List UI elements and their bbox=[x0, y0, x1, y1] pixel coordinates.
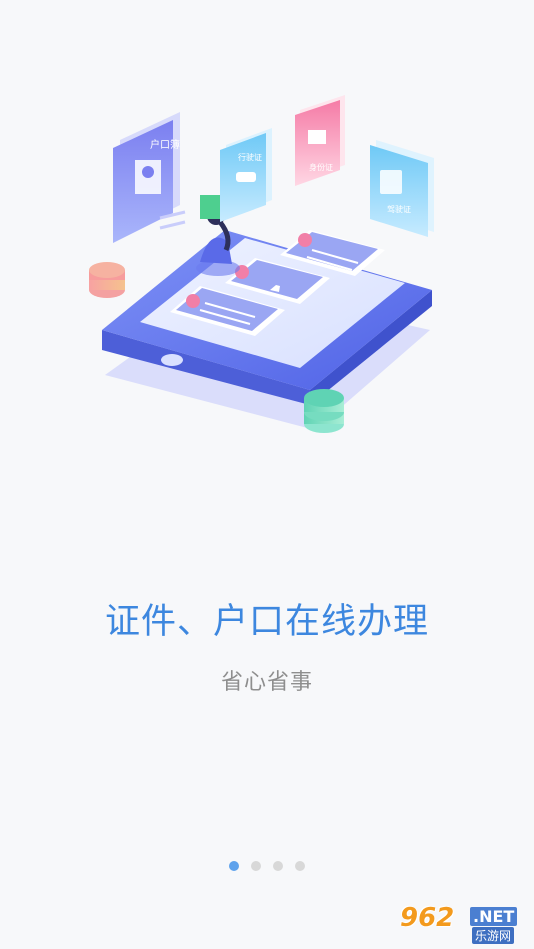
page-title: 证件、户口在线办理 bbox=[104, 602, 429, 642]
doc-label-jiashi: 驾驶证 bbox=[387, 204, 411, 214]
page-dot-4[interactable] bbox=[295, 861, 305, 871]
id-card-doc: 身份证 bbox=[295, 95, 345, 186]
household-register-doc: 户口簿 bbox=[113, 112, 180, 243]
page-dot-3[interactable] bbox=[273, 861, 283, 871]
hero-illustration: 户口簿 行驶证 身份证 驾驶证 bbox=[89, 95, 434, 433]
car-icon bbox=[236, 172, 256, 182]
person-icon bbox=[142, 166, 154, 178]
watermark-suffix: .NET bbox=[470, 907, 518, 926]
page-dot-2[interactable] bbox=[251, 861, 261, 871]
pink-coin-stack bbox=[89, 262, 125, 298]
tablet-icon bbox=[200, 195, 222, 219]
driver-license-doc: 驾驶证 bbox=[370, 140, 434, 237]
watermark-number: 962 bbox=[400, 903, 455, 933]
page-indicator bbox=[0, 861, 534, 871]
onboarding-screen[interactable]: 户口簿 行驶证 身份证 驾驶证 证件、户口在线办理 省心省事 962 .NET … bbox=[0, 0, 534, 949]
doc-label-shenfen: 身份证 bbox=[309, 162, 333, 172]
watermark-logo: 962 .NET 乐游网 bbox=[400, 903, 526, 944]
id-photo-icon bbox=[308, 130, 326, 144]
page-dot-1[interactable] bbox=[229, 861, 239, 871]
doc-label-xingche: 行驶证 bbox=[238, 152, 262, 162]
avatar-icon bbox=[186, 294, 200, 308]
home-button-icon bbox=[161, 354, 183, 366]
license-photo-icon bbox=[380, 170, 402, 194]
avatar-icon-3 bbox=[298, 233, 312, 247]
page-subtitle: 省心省事 bbox=[220, 670, 313, 695]
doc-label-huji: 户口簿 bbox=[150, 138, 180, 151]
vehicle-license-doc: 行驶证 bbox=[220, 128, 272, 222]
arrow-icon-2 bbox=[159, 220, 186, 230]
green-coin-stack bbox=[304, 389, 344, 433]
watermark-cn: 乐游网 bbox=[472, 927, 515, 944]
